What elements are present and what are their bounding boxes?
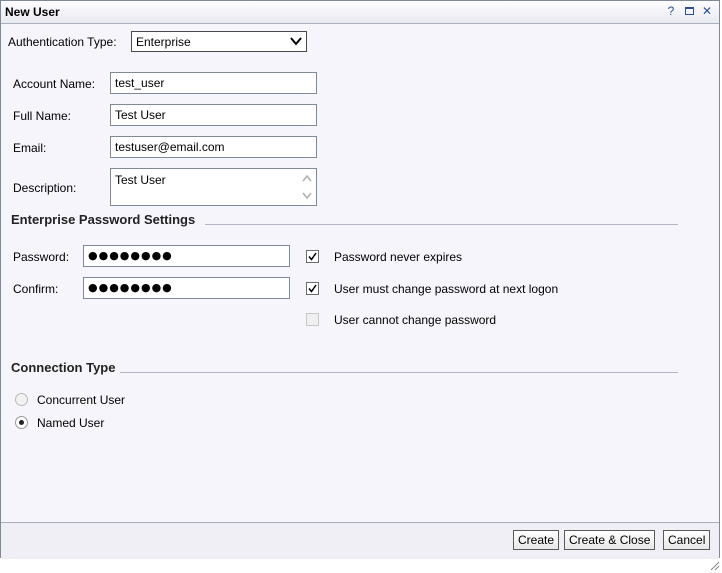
connection-section-divider [120,372,678,373]
named-user-label: Named User [37,416,105,430]
dialog-title: New User [5,5,60,19]
concurrent-user-radio[interactable] [15,393,28,406]
auth-type-select[interactable]: Enterprise [131,31,307,52]
password-section-title: Enterprise Password Settings [11,212,196,227]
confirm-password-input[interactable]: ●●●●●●●● [83,277,290,299]
auth-type-value: Enterprise [136,35,191,49]
email-label: Email: [13,141,47,155]
must-change-password-checkbox[interactable] [306,282,319,295]
password-label: Password: [13,250,70,264]
resize-grip-icon[interactable] [708,559,720,571]
new-user-dialog: New User ? ✕ Authentication Type: Enterp… [0,0,720,559]
concurrent-user-label: Concurrent User [37,393,126,407]
description-textarea[interactable]: Test User [110,168,317,206]
cannot-change-password-label: User cannot change password [334,313,497,327]
create-button[interactable]: Create [513,530,560,550]
confirm-label: Confirm: [13,282,59,296]
password-never-expires-checkbox[interactable] [306,250,319,263]
must-change-password-label: User must change password at next logon [334,282,559,296]
connection-section-title: Connection Type [11,360,116,375]
description-text: Test User [115,173,166,187]
help-icon[interactable]: ? [665,3,677,19]
textarea-scroll-arrows[interactable] [300,171,314,203]
dialog-footer: Create Create & Close Cancel [1,522,719,559]
checkmark-icon [308,252,317,261]
account-name-label: Account Name: [13,77,96,91]
auth-type-label: Authentication Type: [8,35,117,49]
named-user-radio[interactable] [15,416,28,429]
password-input[interactable]: ●●●●●●●● [83,245,290,267]
chevron-down-icon [290,37,302,46]
close-icon[interactable]: ✕ [701,3,713,19]
title-bar-controls: ? ✕ [665,3,713,19]
password-section-divider [205,224,678,225]
maximize-icon[interactable] [683,3,695,19]
cancel-button[interactable]: Cancel [663,530,711,550]
description-label: Description: [13,181,77,195]
title-bar[interactable]: New User ? ✕ [1,1,719,24]
create-and-close-button[interactable]: Create & Close [564,530,656,550]
full-name-label: Full Name: [13,109,72,123]
full-name-input[interactable]: Test User [110,104,317,126]
checkmark-icon [308,284,317,293]
cannot-change-password-checkbox[interactable] [306,313,319,326]
email-input[interactable]: testuser@email.com [110,136,317,158]
account-name-input[interactable]: test_user [110,72,317,94]
password-never-expires-label: Password never expires [334,250,463,264]
